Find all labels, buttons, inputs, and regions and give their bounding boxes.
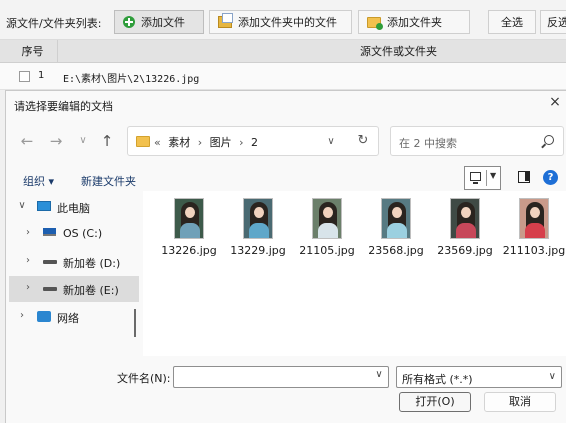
file-item[interactable]: 23568.jpg — [361, 198, 431, 257]
organize-menu[interactable]: 组织 ▾ — [23, 173, 54, 189]
table-header: 序号 源文件或文件夹 — [0, 40, 566, 63]
refresh-icon[interactable]: ↻ — [355, 131, 371, 151]
file-item[interactable]: 21105.jpg — [292, 198, 362, 257]
folder-add-icon — [367, 16, 383, 30]
add-icon — [123, 16, 135, 28]
dropdown-arrow-icon: ▼ — [490, 171, 497, 180]
breadcrumb-item-2[interactable]: 2 — [251, 136, 258, 149]
network-icon — [37, 311, 51, 322]
select-all-label: 全选 — [501, 16, 523, 29]
forward-arrow-icon[interactable]: → — [47, 131, 65, 151]
file-name: 13229.jpg — [230, 244, 286, 257]
cancel-button[interactable]: 取消 — [484, 392, 556, 412]
source-list-label: 源文件/文件夹列表: — [6, 17, 102, 30]
search-placeholder: 在 2 中搜索 — [399, 137, 457, 150]
expand-chevron-icon[interactable]: › — [23, 282, 33, 293]
tree-item-os-c[interactable]: › OS (C:) — [9, 221, 139, 247]
column-header-num: 序号 — [8, 40, 58, 63]
close-icon[interactable]: × — [548, 94, 562, 110]
file-item[interactable]: 13226.jpg — [154, 198, 224, 257]
add-file-button[interactable]: 添加文件 — [114, 10, 204, 34]
filename-input[interactable] — [173, 366, 389, 388]
image-thumbnail-icon — [243, 198, 273, 239]
image-thumbnail-icon — [174, 198, 204, 239]
search-icon[interactable] — [544, 135, 554, 145]
drive-icon — [43, 260, 57, 264]
tree-item-label: 新加卷 (D:) — [63, 257, 121, 270]
help-icon[interactable]: ? — [543, 170, 558, 185]
file-item[interactable]: 211103.jpg — [499, 198, 566, 257]
open-button[interactable]: 打开(O) — [399, 392, 471, 412]
image-thumbnail-icon — [312, 198, 342, 239]
preview-pane-icon[interactable] — [518, 171, 530, 183]
back-arrow-icon[interactable]: ← — [18, 131, 36, 151]
invert-selection-label: 反选 — [547, 16, 566, 29]
filename-dropdown-icon[interactable]: ∨ — [373, 369, 385, 380]
expand-chevron-icon[interactable]: ∨ — [17, 200, 27, 211]
tree-item-drive-e[interactable]: › 新加卷 (E:) — [9, 276, 139, 302]
tree-item-label: OS (C:) — [63, 227, 103, 240]
filename-label: 文件名(N): — [117, 372, 171, 385]
breadcrumb-item-sucai[interactable]: 素材 — [168, 136, 190, 149]
address-bar[interactable]: « 素材 › 图片 › 2 — [127, 126, 379, 156]
file-name: 21105.jpg — [299, 244, 355, 257]
file-name: 23569.jpg — [437, 244, 493, 257]
add-file-label: 添加文件 — [141, 16, 185, 29]
row-checkbox[interactable] — [19, 71, 30, 82]
column-header-source: 源文件或文件夹 — [360, 45, 437, 58]
file-type-value: 所有格式 (*.*) — [402, 373, 473, 386]
image-thumbnail-icon — [381, 198, 411, 239]
tree-item-label: 新加卷 (E:) — [63, 284, 119, 297]
expand-chevron-icon[interactable]: › — [23, 227, 33, 238]
table-row[interactable]: 1 E:\素材\图片\2\13226.jpg — [0, 63, 566, 90]
tree-item-network[interactable]: › 网络 — [9, 304, 139, 330]
breadcrumb-item-tupian[interactable]: 图片 — [210, 136, 232, 149]
file-name: 211103.jpg — [502, 244, 566, 257]
tree-item-label: 此电脑 — [57, 202, 90, 215]
image-thumbnail-icon — [519, 198, 549, 239]
tree-item-this-pc[interactable]: ∨ 此电脑 — [9, 194, 139, 220]
select-all-button[interactable]: 全选 — [488, 10, 536, 34]
app-toolbar: 源文件/文件夹列表: 添加文件 添加文件夹中的文件 添加文件夹 全选 反选 — [0, 0, 566, 40]
recent-locations-chevron-icon[interactable]: ∨ — [74, 131, 92, 151]
file-item[interactable]: 23569.jpg — [430, 198, 500, 257]
address-dropdown-icon[interactable]: ∨ — [324, 131, 338, 151]
add-folder-files-label: 添加文件夹中的文件 — [238, 16, 337, 29]
breadcrumb: « 素材 › 图片 › 2 — [154, 134, 262, 150]
expand-chevron-icon[interactable]: › — [23, 255, 33, 266]
os-drive-icon — [43, 228, 56, 236]
new-folder-button[interactable]: 新建文件夹 — [81, 173, 136, 189]
open-file-dialog: 请选择要编辑的文档 × ← → ∨ ↑ « 素材 › 图片 › 2 ∨ ↻ 在 … — [5, 90, 566, 423]
chevron-down-icon: ∨ — [548, 371, 556, 382]
tree-scrollbar[interactable] — [134, 309, 136, 337]
expand-chevron-icon[interactable]: › — [17, 310, 27, 321]
breadcrumb-separator: › — [197, 136, 203, 149]
pc-icon — [37, 201, 51, 211]
row-number: 1 — [38, 70, 45, 81]
drive-icon — [43, 287, 57, 291]
monitor-icon — [470, 172, 481, 184]
tree-item-label: 网络 — [57, 312, 79, 325]
breadcrumb-separator: › — [239, 136, 244, 149]
file-item[interactable]: 13229.jpg — [223, 198, 293, 257]
image-thumbnail-icon — [450, 198, 480, 239]
folder-icon — [136, 136, 150, 147]
dialog-title: 请选择要编辑的文档 — [14, 100, 113, 113]
add-folder-button[interactable]: 添加文件夹 — [358, 10, 470, 34]
file-name: 23568.jpg — [368, 244, 424, 257]
file-type-select[interactable]: 所有格式 (*.*) ∨ — [396, 366, 562, 388]
search-box[interactable]: 在 2 中搜索 — [390, 126, 564, 156]
breadcrumb-overflow[interactable]: « — [154, 136, 161, 149]
view-options-button[interactable]: ▼ — [464, 166, 501, 190]
invert-selection-button[interactable]: 反选 — [540, 10, 566, 34]
tree-item-drive-d[interactable]: › 新加卷 (D:) — [9, 249, 139, 275]
file-name: 13226.jpg — [161, 244, 217, 257]
row-path: E:\素材\图片\2\13226.jpg — [63, 74, 200, 85]
add-folder-files-button[interactable]: 添加文件夹中的文件 — [209, 10, 352, 34]
add-folder-label: 添加文件夹 — [387, 16, 442, 29]
up-arrow-icon[interactable]: ↑ — [98, 131, 116, 151]
files-icon — [218, 13, 233, 28]
